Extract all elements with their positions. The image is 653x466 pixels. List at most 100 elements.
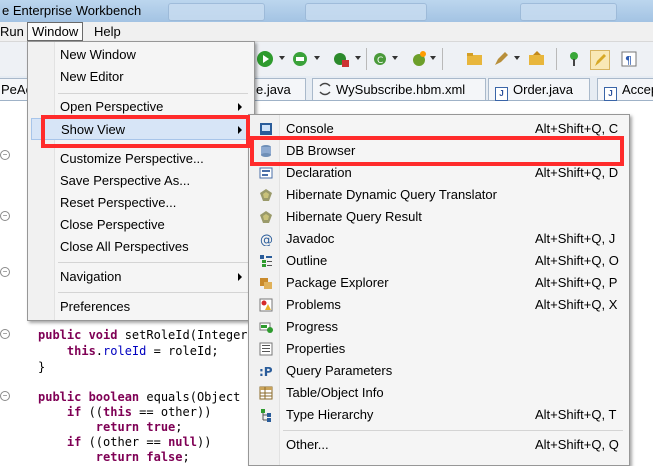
show-view-submenu: Console Alt+Shift+Q, C DB Browser Declar…: [248, 114, 630, 466]
menu-help[interactable]: Help: [90, 24, 125, 39]
external-tools-icon[interactable]: [332, 50, 350, 68]
new-interface-dropdown-icon[interactable]: [430, 56, 436, 60]
code-line: if ((this == other)): [38, 405, 212, 419]
code-token: null: [168, 435, 197, 449]
view-label: Type Hierarchy: [286, 407, 374, 422]
view-item-problems[interactable]: Problems Alt+Shift+Q, X: [249, 294, 629, 316]
problems-icon: [259, 298, 273, 312]
menu-item-customize-perspective[interactable]: Customize Perspective...: [28, 148, 254, 170]
code-token: public boolean: [38, 390, 147, 404]
new-dropdown-icon[interactable]: [392, 56, 398, 60]
menu-item-save-perspective[interactable]: Save Perspective As...: [28, 170, 254, 192]
view-item-hibernate-query-result[interactable]: Hibernate Query Result: [249, 206, 629, 228]
code-token: ;: [175, 420, 183, 434]
view-label: Table/Object Info: [286, 385, 384, 400]
menu-run[interactable]: Run: [0, 24, 28, 39]
console-icon: [260, 123, 272, 135]
view-item-hibernate-dynamic-query-translator[interactable]: Hibernate Dynamic Query Translator: [249, 184, 629, 206]
toolbar-separator: [442, 48, 443, 70]
menu-item-close-all-perspectives[interactable]: Close All Perspectives: [28, 236, 254, 258]
tab-editor-3[interactable]: WySubscribe.hbm.xml: [312, 78, 486, 100]
highlight-toggle-icon[interactable]: [590, 50, 610, 70]
debug-dropdown-icon[interactable]: [314, 56, 320, 60]
view-label: Javadoc: [286, 231, 335, 246]
view-item-javadoc[interactable]: @ Javadoc Alt+Shift+Q, J: [249, 228, 629, 250]
code-line: }: [38, 360, 45, 374]
view-item-query-parameters[interactable]: :P Query Parameters: [249, 360, 629, 382]
run-icon[interactable]: [256, 50, 274, 68]
new-class-icon[interactable]: C: [372, 50, 390, 68]
menu-item-label: Preferences: [60, 299, 131, 314]
code-token: equals(Object o: [146, 390, 255, 404]
view-label: Problems: [286, 297, 341, 312]
query-parameters-icon: :P: [259, 365, 273, 378]
menu-item-label: Close All Perspectives: [60, 239, 189, 254]
new-interface-icon[interactable]: [410, 50, 428, 68]
view-shortcut: Alt+Shift+Q, J: [535, 231, 616, 246]
code-line: public void setRoleId(Integer: [38, 328, 248, 342]
menu-separator: [283, 430, 623, 431]
menu-item-new-editor[interactable]: New Editor: [28, 66, 254, 88]
code-token: return false: [38, 450, 183, 464]
tab-editor-1[interactable]: PeAc: [0, 78, 32, 100]
open-resource-icon[interactable]: [528, 50, 546, 68]
properties-icon: [259, 342, 273, 356]
table-icon: [259, 386, 273, 400]
tab-editor-5[interactable]: J Accep: [597, 78, 653, 101]
pen-dropdown-icon[interactable]: [514, 56, 520, 60]
taskbar-ghost-tab: [305, 3, 427, 21]
svg-text::P: :P: [259, 365, 273, 378]
view-shortcut: Alt+Shift+Q, T: [535, 407, 617, 422]
toolbar-separator: [366, 48, 367, 70]
view-item-other[interactable]: Other... Alt+Shift+Q, Q: [249, 434, 629, 456]
fold-collapse-icon[interactable]: −: [0, 150, 10, 160]
code-token: ;: [182, 450, 190, 464]
toolbar-separator: [556, 48, 557, 70]
tab-label: Accep: [622, 82, 653, 97]
javadoc-icon: @: [260, 233, 273, 246]
code-line: this.roleId = roleId;: [38, 344, 219, 358]
open-folder-icon[interactable]: [466, 50, 484, 68]
outline-icon: [260, 255, 272, 267]
show-whitespace-icon[interactable]: ¶: [620, 50, 638, 68]
fold-collapse-icon[interactable]: −: [0, 391, 10, 401]
view-item-progress[interactable]: Progress: [249, 316, 629, 338]
code-token: this: [38, 344, 96, 358]
menu-separator: [58, 93, 248, 94]
run-dropdown-icon[interactable]: [279, 56, 285, 60]
fold-collapse-icon[interactable]: −: [0, 267, 10, 277]
external-tools-dropdown-icon[interactable]: [355, 56, 361, 60]
menu-item-label: New Editor: [60, 69, 124, 84]
code-token: .: [95, 344, 104, 358]
view-label: Query Parameters: [286, 363, 393, 378]
code-token: if: [38, 435, 82, 449]
pen-tool-icon[interactable]: [492, 50, 510, 68]
fold-collapse-icon[interactable]: −: [0, 329, 10, 339]
menu-item-close-perspective[interactable]: Close Perspective: [28, 214, 254, 236]
code-token: ((other ==: [81, 435, 169, 449]
menu-item-label: Customize Perspective...: [60, 151, 204, 166]
type-hierarchy-icon: [261, 409, 271, 422]
menu-item-label: Close Perspective: [60, 217, 165, 232]
debug-run-icon[interactable]: [291, 50, 309, 68]
view-item-outline[interactable]: Outline Alt+Shift+Q, O: [249, 250, 629, 272]
menu-item-reset-perspective[interactable]: Reset Perspective...: [28, 192, 254, 214]
pin-icon[interactable]: [566, 50, 584, 68]
view-item-type-hierarchy[interactable]: Type Hierarchy Alt+Shift+Q, T: [249, 404, 629, 426]
view-item-properties[interactable]: Properties: [249, 338, 629, 360]
code-line: if ((other == null)): [38, 435, 212, 449]
menu-separator: [58, 262, 248, 263]
menu-item-navigation[interactable]: Navigation: [28, 266, 254, 288]
menu-item-new-window[interactable]: New Window: [28, 44, 254, 66]
editor-gutter: − − − − −: [0, 101, 26, 457]
view-item-table-object-info[interactable]: Table/Object Info: [249, 382, 629, 404]
tab-editor-2[interactable]: e.java: [252, 78, 306, 100]
code-token: return true: [38, 420, 176, 434]
hibernate-icon: [260, 211, 272, 223]
code-token: this: [103, 405, 132, 419]
tab-editor-4[interactable]: J Order.java: [488, 78, 590, 101]
fold-collapse-icon[interactable]: −: [0, 211, 10, 221]
view-item-package-explorer[interactable]: Package Explorer Alt+Shift+Q, P: [249, 272, 629, 294]
menu-item-preferences[interactable]: Preferences: [28, 296, 254, 318]
menu-window[interactable]: Window: [27, 22, 84, 41]
